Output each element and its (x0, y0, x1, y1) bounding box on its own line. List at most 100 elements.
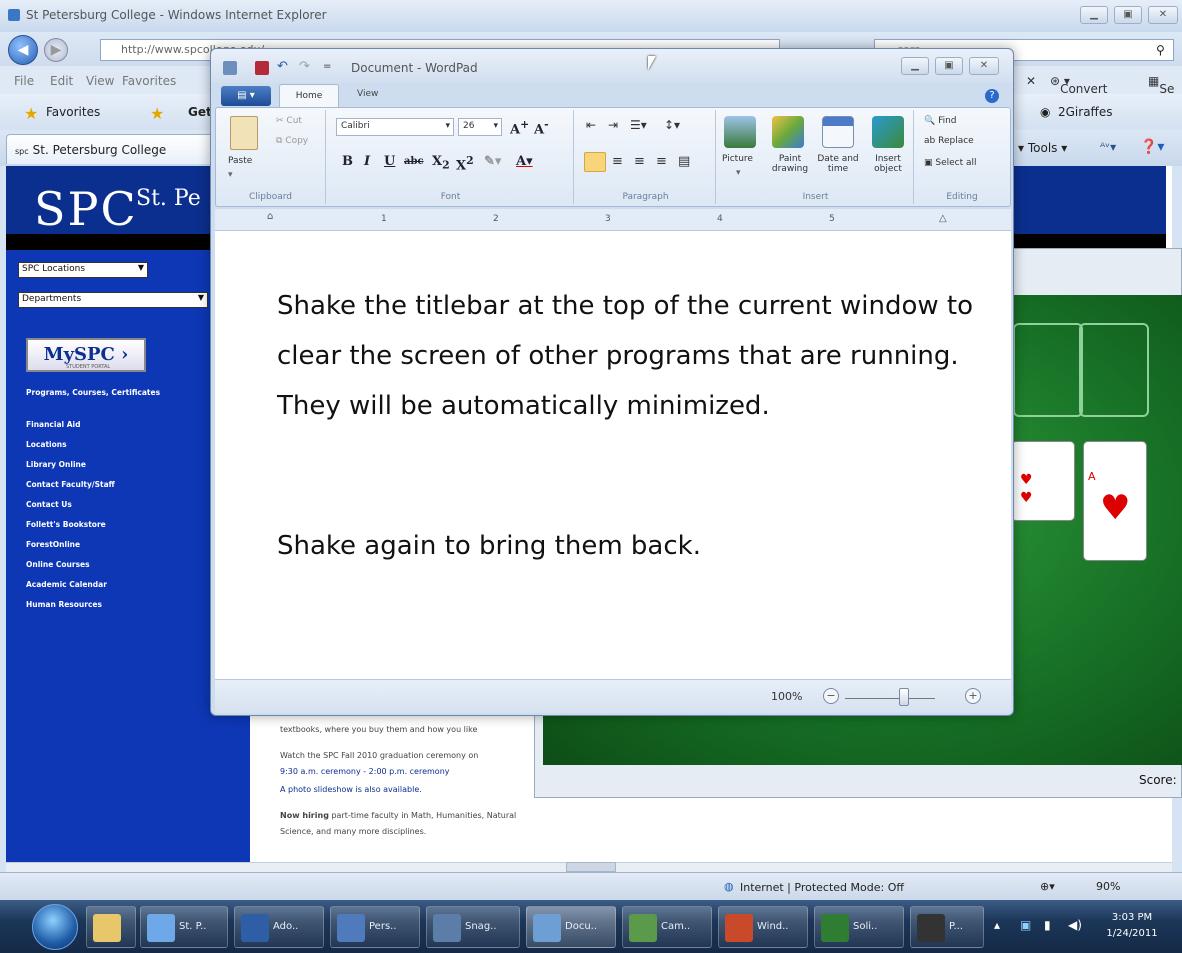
bold-icon[interactable]: B (342, 154, 353, 169)
card-ace-hearts[interactable]: A ♥ (1083, 441, 1147, 561)
menu-view[interactable]: View (86, 74, 114, 88)
link-programs[interactable]: Programs, Courses, Certificates (26, 388, 226, 397)
link-online-courses[interactable]: Online Courses (26, 560, 226, 569)
taskbar-item[interactable]: P... (910, 906, 984, 948)
maximize-icon[interactable]: ▣ (1114, 6, 1142, 24)
close-icon[interactable]: ✕ (1148, 6, 1178, 24)
scroll-thumb[interactable] (566, 862, 616, 872)
align-right-icon[interactable]: ≡ (634, 154, 645, 169)
link-locations[interactable]: Locations (26, 440, 226, 449)
paste-dropdown-icon[interactable]: ▾ (228, 170, 233, 180)
link-bookstore[interactable]: Follett's Bookstore (26, 520, 226, 529)
replace-button[interactable]: ab Replace (924, 136, 974, 146)
copy-button[interactable]: ⧉ Copy (276, 136, 308, 146)
menu-edit[interactable]: Edit (50, 74, 73, 88)
spelling-icon[interactable]: ᴬᵛ▾ (1100, 140, 1116, 154)
taskbar-item[interactable]: Pers.. (330, 906, 420, 948)
paragraph-dialog-icon[interactable]: ▤ (678, 154, 690, 169)
zoom-level[interactable]: 90% (1096, 880, 1120, 893)
picture-button[interactable]: Picture (722, 154, 753, 164)
font-name-select[interactable]: Calibri ▾ (336, 118, 454, 136)
taskbar-item[interactable]: Snag.. (426, 906, 520, 948)
minimize-icon[interactable]: ▁ (1080, 6, 1108, 24)
giraffes-link[interactable]: 2Giraffes (1058, 105, 1112, 119)
grow-font-icon[interactable]: A+ (510, 118, 529, 137)
picture-icon[interactable] (724, 116, 756, 148)
ceremony-link[interactable]: 9:30 a.m. ceremony - 2:00 p.m. ceremony (280, 766, 450, 778)
right-indent-marker[interactable]: △ (939, 213, 947, 224)
wp-maximize-icon[interactable]: ▣ (935, 57, 963, 75)
search-icon[interactable]: ⚲ (1156, 43, 1165, 57)
tools-button[interactable]: ▾ Tools ▾ (1018, 141, 1067, 155)
date-time-button[interactable]: Date and time (814, 154, 862, 174)
locations-select[interactable]: SPC Locations ▼ (18, 262, 148, 278)
link-forestonline[interactable]: ForestOnline (26, 540, 226, 549)
cut-button[interactable]: ✂ Cut (276, 116, 302, 126)
object-icon[interactable] (872, 116, 904, 148)
taskbar-item[interactable]: Ado.. (234, 906, 324, 948)
save-icon[interactable] (255, 61, 269, 75)
bullets-icon[interactable]: ☰▾ (630, 118, 647, 132)
zoom-slider[interactable] (899, 688, 909, 706)
increase-indent-icon[interactable]: ⇥ (608, 118, 618, 132)
foundation-slot[interactable] (1013, 323, 1083, 417)
wordpad-titlebar[interactable]: ↶ ↷ = Document - WordPad ▁ ▣ ✕ (211, 49, 1013, 83)
tray-show-hidden-icon[interactable]: ▴ (994, 918, 1000, 932)
zoom-track[interactable] (845, 698, 935, 699)
align-center-icon[interactable]: ≡ (612, 154, 623, 169)
departments-select[interactable]: Departments ▼ (18, 292, 208, 308)
tab-home[interactable]: Home (279, 84, 339, 108)
favorites-button[interactable]: Favorites (46, 105, 100, 119)
volume-icon[interactable]: ◀) (1068, 918, 1082, 932)
tab-st-petersburg[interactable]: spc St. Petersburg College (6, 134, 216, 164)
font-color-icon[interactable]: A▾ (516, 154, 533, 169)
picture-dropdown-icon[interactable]: ▾ (736, 168, 741, 178)
font-size-select[interactable]: 26 ▾ (458, 118, 502, 136)
link-library[interactable]: Library Online (26, 460, 226, 469)
zoom-out-icon[interactable]: − (823, 688, 839, 704)
hiring-text[interactable]: part-time faculty in Math, Humanities, N… (329, 811, 516, 820)
forward-icon[interactable]: ▶ (44, 38, 68, 62)
app-menu-button[interactable]: ▤ ▾ (221, 86, 271, 106)
wp-close-icon[interactable]: ✕ (969, 57, 999, 75)
protected-icon[interactable]: ⊕▾ (1040, 880, 1055, 893)
card-hearts[interactable]: ♥ ♥ (1011, 441, 1075, 521)
link-contact-us[interactable]: Contact Us (26, 500, 226, 509)
paint-drawing-button[interactable]: Paint drawing (768, 154, 812, 174)
ie-titlebar[interactable]: St Petersburg College - Windows Internet… (0, 0, 1182, 32)
strikethrough-icon[interactable]: abc (404, 156, 424, 167)
italic-icon[interactable]: I (364, 154, 370, 169)
clock[interactable]: 3:03 PM 1/24/2011 (1092, 910, 1172, 942)
undo-icon[interactable]: ↶ (277, 60, 291, 75)
tab-view[interactable]: View (357, 89, 378, 99)
shrink-font-icon[interactable]: A- (534, 118, 549, 137)
giraffes-icon[interactable]: ◉ (1040, 105, 1050, 119)
ruler[interactable]: ⌂ 1 2 3 4 5 △ (215, 209, 1011, 231)
align-left-icon[interactable] (584, 152, 606, 172)
justify-icon[interactable]: ≡ (656, 154, 667, 169)
help-icon[interactable]: ? (985, 89, 999, 103)
zone-status[interactable]: Internet | Protected Mode: Off (740, 881, 904, 894)
link-contact-faculty[interactable]: Contact Faculty/Staff (26, 480, 226, 489)
menu-file[interactable]: File (14, 74, 34, 88)
customize-qa-icon[interactable]: = (323, 61, 337, 75)
paste-button[interactable]: Paste (228, 156, 252, 166)
help-icon[interactable]: ❓▾ (1140, 139, 1164, 155)
line-spacing-icon[interactable]: ↕▾ (664, 118, 680, 132)
network-icon[interactable]: ▮ (1044, 918, 1051, 932)
se-button[interactable]: ▦ Se (1148, 74, 1174, 96)
indent-marker[interactable]: ⌂ (267, 211, 273, 222)
taskbar-item[interactable]: St. P.. (140, 906, 228, 948)
redo-icon[interactable]: ↷ (299, 60, 313, 75)
convert-button[interactable]: ⊛ Convert ▾ (1050, 74, 1108, 96)
taskbar-explorer[interactable] (86, 906, 136, 948)
paste-icon[interactable] (230, 116, 258, 150)
calendar-icon[interactable] (822, 116, 854, 148)
taskbar-item[interactable]: Docu.. (526, 906, 616, 948)
site-logo[interactable]: SPC (34, 182, 138, 236)
find-button[interactable]: 🔍 Find (924, 116, 957, 126)
subscript-icon[interactable]: X2 (432, 154, 450, 172)
underline-icon[interactable]: U (384, 154, 395, 169)
back-icon[interactable]: ◀ (8, 35, 38, 65)
zoom-in-icon[interactable]: + (965, 688, 981, 704)
